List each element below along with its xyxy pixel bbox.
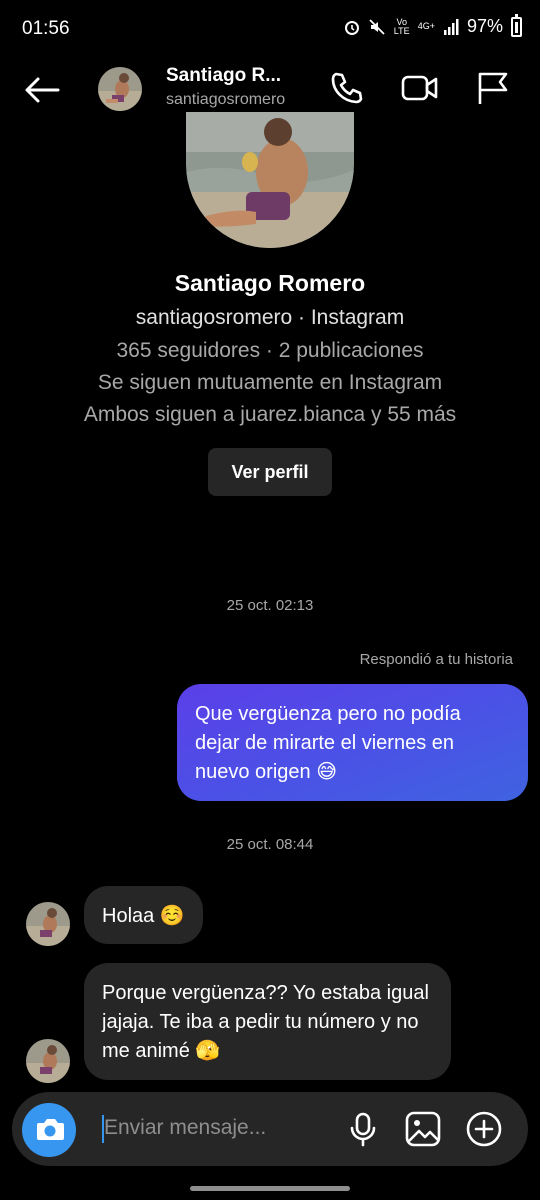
- flag-icon[interactable]: [472, 68, 512, 108]
- message-input[interactable]: [104, 1110, 344, 1146]
- video-icon[interactable]: [400, 68, 440, 108]
- camera-button[interactable]: [22, 1103, 76, 1157]
- battery-icon: [511, 13, 522, 37]
- back-arrow-icon[interactable]: [22, 70, 62, 110]
- status-icons: Vo LTE 4G+ 97%: [344, 13, 522, 37]
- view-profile-button[interactable]: Ver perfil: [208, 448, 332, 496]
- profile-photo: [186, 112, 354, 248]
- message-timestamp: 25 oct. 02:13: [226, 597, 314, 614]
- phone-icon[interactable]: [326, 68, 366, 108]
- microphone-icon[interactable]: [343, 1109, 383, 1149]
- header-name[interactable]: Santiago R...: [166, 65, 286, 87]
- status-bar: 01:56 Vo LTE 4G+ 97%: [0, 0, 540, 60]
- avatar[interactable]: [98, 67, 142, 111]
- chat-header: Santiago R... santiagosromero: [0, 60, 540, 120]
- gallery-icon[interactable]: [403, 1109, 443, 1149]
- received-message[interactable]: Porque vergüenza?? Yo estaba igual jajaj…: [84, 963, 451, 1080]
- header-username[interactable]: santiagosromero: [166, 91, 285, 109]
- profile-stats-line: 365 seguidores · 2 publicaciones: [116, 339, 424, 362]
- profile-name: Santiago Romero: [174, 270, 366, 296]
- status-time: 01:56: [22, 18, 70, 39]
- profile-common-line: Ambos siguen a juarez.bianca y 55 más: [83, 403, 457, 426]
- avatar-photo: [98, 67, 142, 111]
- alarm-icon: [344, 20, 359, 35]
- avatar-photo: [26, 1039, 70, 1083]
- network-indicator: 4G+: [417, 21, 435, 31]
- profile-picture[interactable]: [186, 112, 354, 248]
- profile-mutual-line: Se siguen mutuamente en Instagram: [97, 371, 443, 394]
- avatar[interactable]: [26, 902, 70, 946]
- home-indicator[interactable]: [190, 1186, 350, 1191]
- camera-icon: [37, 1119, 64, 1140]
- story-reply-note: Respondió a tu historia: [359, 651, 513, 668]
- signal-icon: [443, 18, 459, 35]
- sent-message[interactable]: Que vergüenza pero no podía dejar de mir…: [177, 684, 528, 801]
- volte-indicator: Vo LTE: [393, 16, 410, 36]
- mute-icon: [369, 18, 385, 35]
- message-composer: [12, 1092, 528, 1166]
- add-icon[interactable]: [464, 1109, 504, 1149]
- avatar[interactable]: [26, 1039, 70, 1083]
- received-message[interactable]: Holaa ☺️: [84, 886, 203, 944]
- profile-account-line: santiagosromero · Instagram: [135, 306, 405, 329]
- avatar-photo: [26, 902, 70, 946]
- battery-percent: 97%: [466, 16, 503, 36]
- message-timestamp: 25 oct. 08:44: [226, 836, 314, 853]
